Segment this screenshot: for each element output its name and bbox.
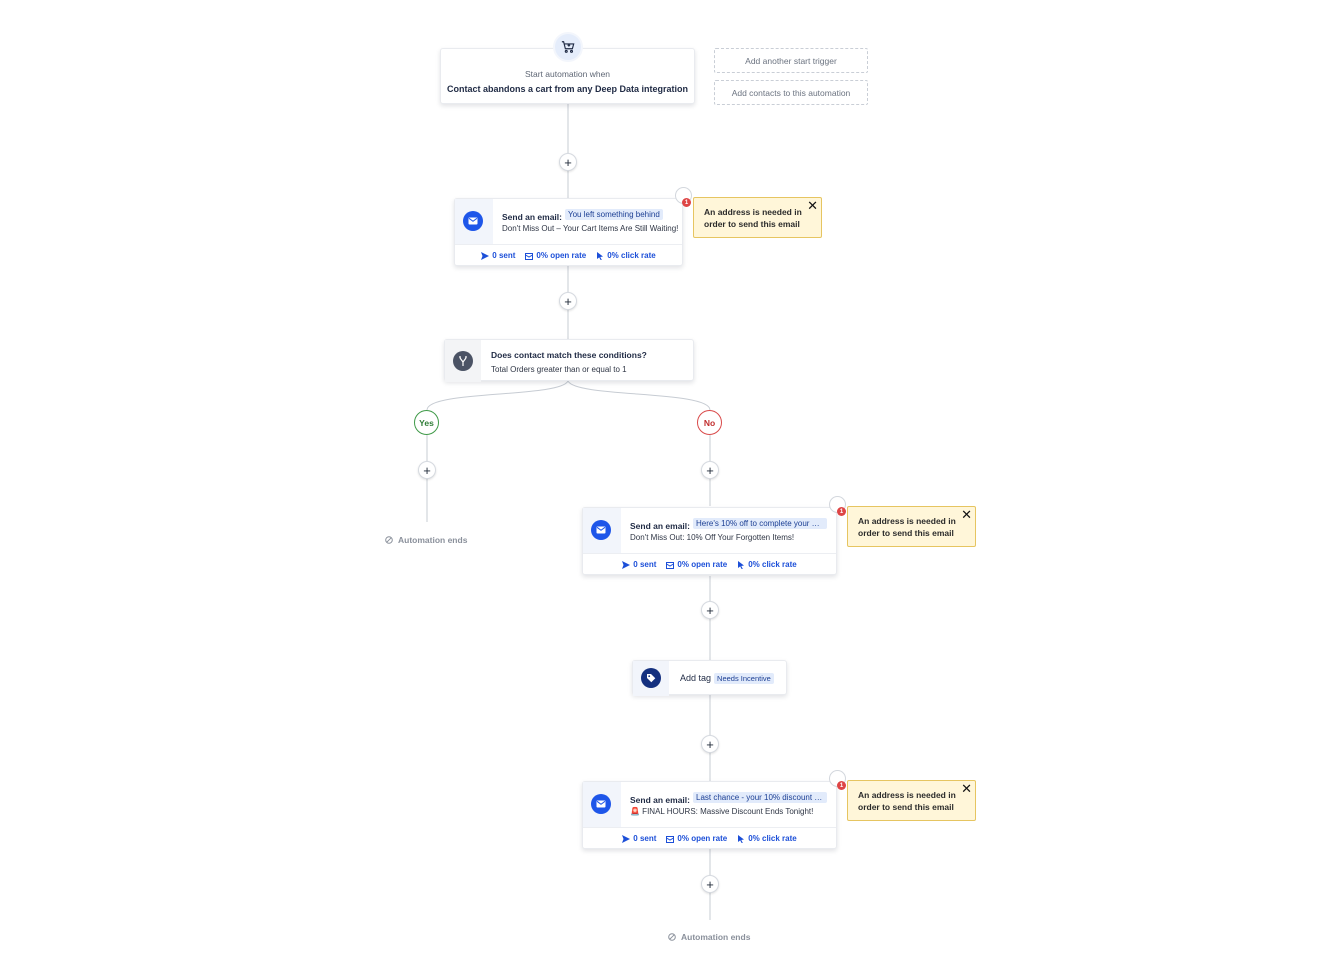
add-contacts-button[interactable]: Add contacts to this automation bbox=[714, 80, 868, 105]
cart-icon bbox=[553, 32, 583, 62]
condition-title: Does contact match these conditions? bbox=[491, 350, 647, 360]
send-icon bbox=[622, 834, 631, 843]
warning-tooltip: An address is needed in order to send th… bbox=[847, 780, 976, 821]
branch-no-label: No bbox=[697, 410, 722, 435]
stop-icon bbox=[668, 933, 676, 941]
email-stats: 0 sent 0% open rate 0% click rate bbox=[583, 560, 836, 569]
email-step-title: Send an email: Here's 10% off to complete… bbox=[630, 518, 827, 531]
envelope-icon bbox=[463, 211, 483, 231]
tag-icon bbox=[641, 668, 661, 688]
condition-card[interactable]: Does contact match these conditions? Tot… bbox=[444, 339, 694, 382]
open-rate-stat[interactable]: 0% open rate bbox=[666, 560, 727, 569]
send-email-card[interactable]: Send an email: You left something behind … bbox=[454, 198, 683, 266]
close-icon[interactable]: ✕ bbox=[961, 508, 972, 521]
cursor-icon bbox=[738, 560, 745, 569]
add-step-button[interactable]: + bbox=[701, 461, 719, 479]
add-tag-card[interactable]: Add tag Needs Incentive bbox=[632, 660, 787, 696]
open-mail-icon bbox=[666, 561, 675, 569]
email-preview-text: 🚨 FINAL HOURS: Massive Discount Ends Ton… bbox=[630, 807, 814, 816]
automation-ends-yes: Automation ends bbox=[385, 535, 467, 545]
email-stats: 0 sent 0% open rate 0% click rate bbox=[583, 834, 836, 843]
send-email-card[interactable]: Send an email: Here's 10% off to complete… bbox=[582, 507, 837, 575]
email-subject-chip: Here's 10% off to complete your or... bbox=[693, 518, 827, 529]
envelope-icon bbox=[591, 794, 611, 814]
warning-tooltip: An address is needed in order to send th… bbox=[693, 197, 822, 238]
open-rate-stat[interactable]: 0% open rate bbox=[666, 834, 727, 843]
branch-yes-label: Yes bbox=[414, 410, 439, 435]
open-mail-icon bbox=[525, 252, 534, 260]
sent-stat[interactable]: 0 sent bbox=[481, 251, 515, 260]
email-stats: 0 sent 0% open rate 0% click rate bbox=[455, 251, 682, 260]
add-step-button[interactable]: + bbox=[701, 735, 719, 753]
tag-name-chip: Needs Incentive bbox=[714, 673, 774, 684]
add-tag-label: Add tag Needs Incentive bbox=[680, 673, 774, 684]
add-start-trigger-button[interactable]: Add another start trigger bbox=[714, 48, 868, 73]
warning-tooltip: An address is needed in order to send th… bbox=[847, 506, 976, 547]
cursor-icon bbox=[597, 251, 604, 260]
open-rate-stat[interactable]: 0% open rate bbox=[525, 251, 586, 260]
close-icon[interactable]: ✕ bbox=[807, 199, 818, 212]
sent-stat[interactable]: 0 sent bbox=[622, 560, 656, 569]
open-mail-icon bbox=[666, 835, 675, 843]
warning-count-badge: 1 bbox=[682, 198, 691, 207]
sent-stat[interactable]: 0 sent bbox=[622, 834, 656, 843]
email-preview-text: Don't Miss Out: 10% Off Your Forgotten I… bbox=[630, 533, 795, 542]
cursor-icon bbox=[738, 834, 745, 843]
envelope-icon bbox=[591, 520, 611, 540]
email-step-title: Send an email: You left something behind bbox=[502, 209, 663, 222]
trigger-subtitle: Start automation when bbox=[524, 69, 611, 79]
condition-rule: Total Orders greater than or equal to 1 bbox=[491, 365, 627, 374]
close-icon[interactable]: ✕ bbox=[961, 782, 972, 795]
add-step-button[interactable]: + bbox=[701, 875, 719, 893]
send-email-card[interactable]: Send an email: Last chance - your 10% dis… bbox=[582, 781, 837, 849]
add-step-button[interactable]: + bbox=[418, 461, 436, 479]
email-preview-text: Don't Miss Out – Your Cart Items Are Sti… bbox=[502, 224, 679, 233]
send-icon bbox=[481, 251, 490, 260]
email-subject-chip: Last chance - your 10% discount e... bbox=[693, 792, 827, 803]
send-icon bbox=[622, 560, 631, 569]
add-step-button[interactable]: + bbox=[559, 292, 577, 310]
warning-count-badge: 1 bbox=[837, 507, 846, 516]
add-step-button[interactable]: + bbox=[559, 153, 577, 171]
add-step-button[interactable]: + bbox=[701, 601, 719, 619]
automation-ends-final: Automation ends bbox=[668, 932, 750, 942]
click-rate-stat[interactable]: 0% click rate bbox=[737, 834, 797, 843]
split-branch-icon bbox=[453, 351, 473, 371]
trigger-description: Contact abandons a cart from any Deep Da… bbox=[446, 84, 689, 94]
stop-icon bbox=[385, 536, 393, 544]
email-step-title: Send an email: Last chance - your 10% dis… bbox=[630, 792, 827, 805]
click-rate-stat[interactable]: 0% click rate bbox=[596, 251, 656, 260]
warning-count-badge: 1 bbox=[837, 781, 846, 790]
click-rate-stat[interactable]: 0% click rate bbox=[737, 560, 797, 569]
email-subject-chip: You left something behind bbox=[565, 209, 663, 220]
